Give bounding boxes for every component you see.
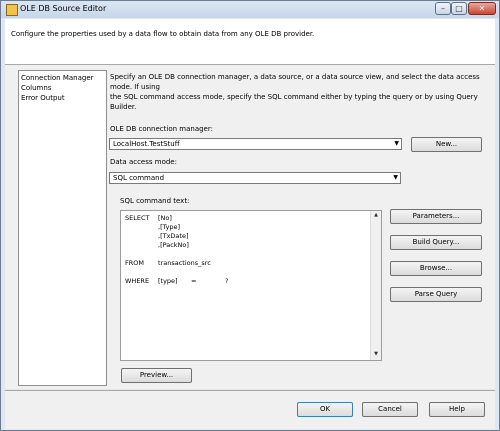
sql-command-text-label: SQL command text:	[120, 197, 190, 205]
connection-manager-dropdown[interactable]: LocalHost.TestStuff ▼	[109, 138, 402, 150]
data-access-mode-dropdown[interactable]: SQL command ▼	[109, 172, 401, 184]
connection-description: Specify an OLE DB connection manager, a …	[110, 72, 490, 112]
ok-button[interactable]: OK	[297, 402, 353, 417]
content-area: Connection Manager Columns Error Output …	[5, 65, 495, 389]
connection-manager-label: OLE DB connection manager:	[110, 125, 213, 133]
sql-column-packno: ,[PackNo]	[158, 241, 189, 249]
sql-where-parameter: ?	[225, 277, 229, 285]
sql-column-txdate: ,[TxDate]	[158, 232, 189, 240]
sql-table-name: transactions_src	[158, 259, 211, 267]
header-description: Configure the properties used by a data …	[11, 30, 315, 38]
dropdown-arrow-icon: ▼	[393, 174, 398, 181]
new-connection-button[interactable]: New...	[411, 137, 482, 152]
app-icon	[6, 4, 18, 16]
data-access-mode-label: Data access mode:	[110, 158, 177, 166]
sql-from-keyword: FROM	[125, 259, 144, 267]
nav-item-columns[interactable]: Columns	[21, 84, 51, 92]
parameters-button[interactable]: Parameters...	[390, 209, 482, 224]
description-line-1: Specify an OLE DB connection manager, a …	[110, 73, 480, 91]
header-panel: Configure the properties used by a data …	[5, 19, 495, 65]
minimize-button[interactable]: –	[435, 2, 451, 15]
window-title: OLE DB Source Editor	[20, 4, 107, 13]
navigation-list: Connection Manager Columns Error Output	[18, 70, 107, 386]
sql-command-editor[interactable]: SELECT [No] ,[Type] ,[TxDate] ,[PackNo] …	[120, 210, 382, 361]
sql-where-column: [type]	[158, 277, 178, 285]
help-button[interactable]: Help	[429, 402, 485, 417]
nav-item-error-output[interactable]: Error Output	[21, 94, 65, 102]
build-query-button[interactable]: Build Query...	[390, 235, 482, 250]
parse-query-button[interactable]: Parse Query	[390, 287, 482, 302]
description-line-2: the SQL command access mode, specify the…	[110, 93, 478, 111]
dialog-footer: OK Cancel Help	[5, 390, 495, 429]
nav-item-connection-manager[interactable]: Connection Manager	[21, 74, 94, 82]
sql-where-operator: =	[191, 277, 197, 285]
scroll-up-icon[interactable]: ▲	[372, 212, 380, 220]
ole-db-source-editor-window: OLE DB Source Editor – □ ✕ Configure the…	[0, 0, 500, 431]
sql-column-type: ,[Type]	[158, 223, 181, 231]
sql-where-keyword: WHERE	[125, 277, 150, 285]
data-access-mode-value: SQL command	[113, 174, 165, 182]
maximize-button[interactable]: □	[451, 2, 467, 15]
cancel-button[interactable]: Cancel	[362, 402, 418, 417]
sql-column-no: [No]	[158, 214, 172, 222]
title-bar: OLE DB Source Editor – □ ✕	[1, 1, 499, 18]
preview-button[interactable]: Preview...	[121, 368, 192, 383]
browse-button[interactable]: Browse...	[390, 261, 482, 276]
sql-editor-scrollbar[interactable]: ▲ ▼	[370, 211, 381, 360]
connection-manager-value: LocalHost.TestStuff	[113, 140, 180, 148]
scroll-down-icon[interactable]: ▼	[372, 351, 380, 359]
close-button[interactable]: ✕	[468, 2, 496, 15]
dropdown-arrow-icon: ▼	[394, 140, 399, 147]
sql-select-keyword: SELECT	[125, 214, 150, 222]
